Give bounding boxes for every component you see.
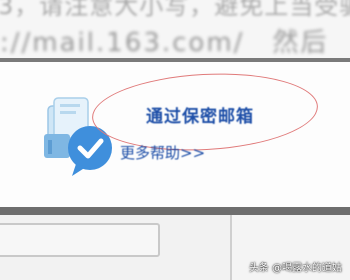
bottom-divider: [0, 207, 350, 215]
background-text-strip: 3，请注意大小写，避免上当受骗。 ://mail.163.com/ 然后: [0, 0, 350, 58]
help-panel: 通过保密邮箱 更多帮助>>: [0, 62, 350, 207]
watermark-text: 头条 @喝露水的道姑: [248, 263, 342, 274]
secure-email-link[interactable]: 通过保密邮箱: [146, 102, 254, 127]
background-text-line2: ://mail.163.com/ 然后: [0, 28, 329, 58]
text-input-box[interactable]: [0, 223, 160, 257]
background-text-line1: 3，请注意大小写，避免上当受骗。: [0, 0, 350, 20]
screenshot-stage: 3，请注意大小写，避免上当受骗。 ://mail.163.com/ 然后 通过保…: [0, 0, 350, 280]
more-help-link[interactable]: 更多帮助>>: [120, 142, 205, 163]
